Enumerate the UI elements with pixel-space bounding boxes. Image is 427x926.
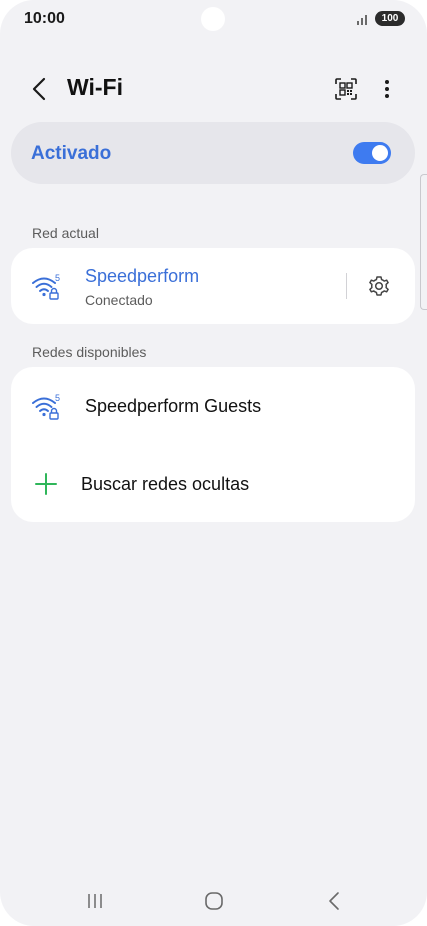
wifi-5ghz-lock-icon: 5 [32, 273, 60, 300]
back-nav-icon [329, 892, 339, 910]
nav-back-button[interactable] [319, 888, 349, 914]
plus-icon [35, 473, 57, 495]
phone-screen: 10:00 100 Wi-Fi Activado Red actual 5 Sp… [0, 0, 427, 926]
back-icon [32, 77, 46, 101]
signal-icon [357, 14, 367, 25]
switch-knob [372, 145, 388, 161]
camera-cutout [201, 7, 225, 31]
current-network-card: 5 Speedperform Conectado [11, 248, 415, 324]
network-name: Speedperform Guests [85, 396, 262, 416]
more-vertical-icon [385, 80, 389, 98]
more-options-button[interactable] [372, 74, 402, 104]
wifi-toggle-label: Activado [31, 143, 112, 164]
page-title: Wi-Fi [67, 74, 123, 100]
recents-icon [88, 894, 102, 908]
recents-button[interactable] [80, 888, 110, 914]
status-icons: 100 [356, 11, 405, 26]
scrollbar-handle[interactable] [420, 174, 427, 310]
status-time: 10:00 [24, 10, 65, 27]
current-network-status: Conectado [85, 292, 153, 308]
navigation-bar [0, 878, 427, 926]
search-hidden-networks-row[interactable]: Buscar redes ocultas [11, 449, 415, 519]
network-row-speedperform-guests[interactable]: 5 Speedperform Guests [11, 371, 415, 441]
battery-icon: 100 [375, 11, 405, 26]
qr-code-icon [335, 78, 357, 100]
current-network-row[interactable]: 5 Speedperform Conectado [11, 248, 331, 324]
available-networks-card: 5 Speedperform Guests Buscar redes ocult… [11, 367, 415, 522]
search-hidden-networks-label: Buscar redes ocultas [81, 474, 250, 494]
battery-level: 100 [381, 13, 399, 24]
network-settings-button[interactable] [365, 272, 393, 300]
wifi-toggle-switch[interactable] [353, 142, 391, 164]
wifi-toggle-card[interactable]: Activado [11, 122, 415, 184]
gear-icon [369, 276, 389, 296]
app-header: Wi-Fi [0, 64, 427, 112]
home-icon [205, 892, 223, 910]
status-bar: 10:00 100 [0, 0, 427, 40]
divider [346, 273, 347, 299]
qr-code-button[interactable] [331, 74, 361, 104]
wifi-5ghz-lock-icon: 5 [32, 393, 60, 420]
available-networks-section-label: Redes disponibles [32, 344, 147, 360]
current-network-name: Speedperform [85, 266, 200, 286]
current-network-section-label: Red actual [32, 225, 99, 241]
back-button[interactable] [24, 74, 54, 104]
band-badge: 5 [55, 273, 60, 283]
home-button[interactable] [199, 888, 229, 914]
band-badge: 5 [55, 393, 60, 403]
